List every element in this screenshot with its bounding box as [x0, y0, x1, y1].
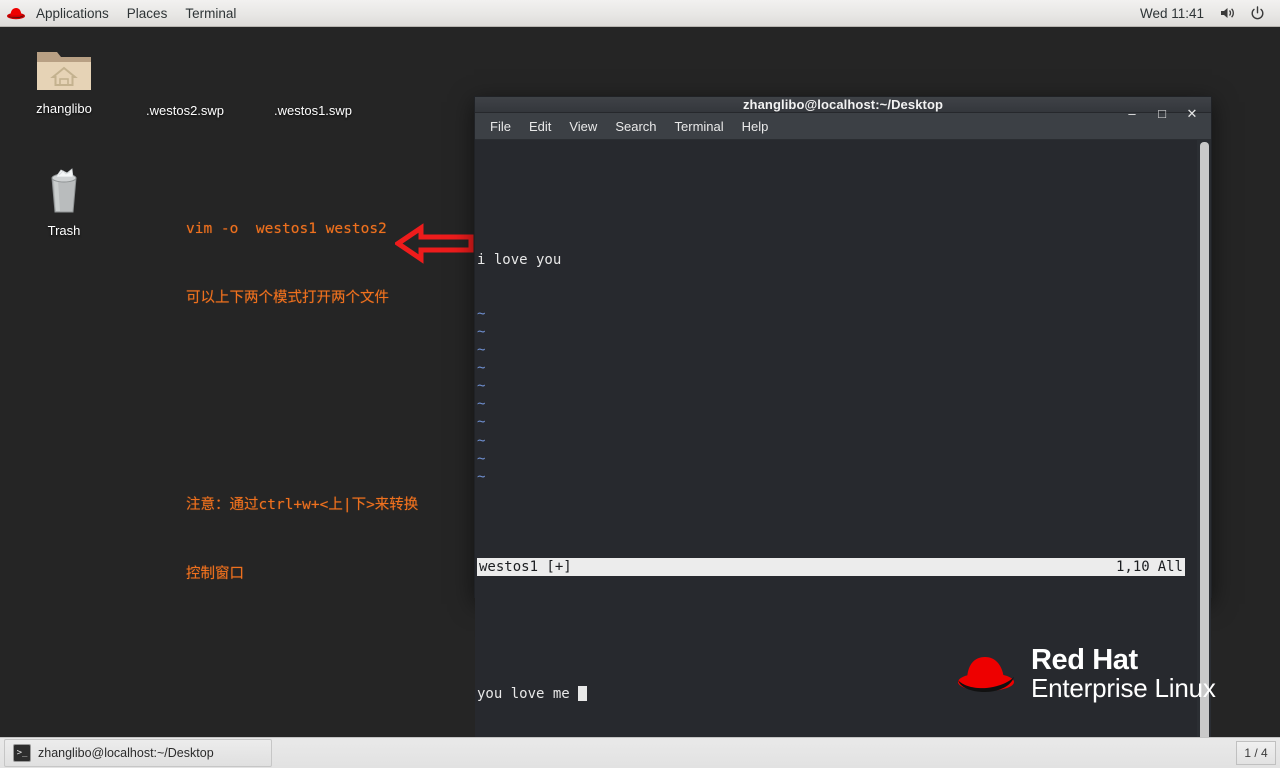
taskbar-window-label: zhanglibo@localhost:~/Desktop [38, 746, 214, 760]
menu-places-label: Places [126, 5, 168, 21]
taskbar-window-button[interactable]: >_ zhanglibo@localhost:~/Desktop [4, 739, 272, 767]
desktop-icon-trash[interactable]: Trash [16, 160, 112, 238]
annotation-line-3: 注意：通过ctrl+w+<上|下>来转换 [186, 497, 419, 513]
vim-tilde-line: ~ [477, 450, 486, 467]
vim-tilde-line: ~ [477, 432, 486, 449]
rhel-brand-line2: Enterprise Linux [1031, 673, 1216, 704]
menu-view[interactable]: View [560, 113, 606, 139]
redhat-fedora-icon [6, 5, 26, 21]
vim-status-scroll: All [1157, 559, 1183, 576]
vim-tilde-line: ~ [477, 360, 486, 377]
vim-tilde-column-top: ~ ~ ~ ~ ~ ~ ~ ~ ~ ~ [477, 305, 1197, 486]
desktop-icon-home-folder[interactable]: zhanglibo [16, 38, 112, 116]
rhel-brand-text: Red Hat Enterprise Linux [1031, 645, 1216, 703]
terminal-titlebar[interactable]: zhanglibo@localhost:~/Desktop – □ ✕ [475, 97, 1211, 121]
vim-statusline-top: westos1 [+] 1,10 All [477, 558, 1185, 577]
power-icon[interactable] [1243, 5, 1272, 21]
menu-terminal-label: Terminal [185, 5, 237, 21]
desktop-file-label: .westos1.swp [274, 103, 353, 118]
annotation-line-1: vim -o westos1 westos2 [186, 221, 387, 237]
vim-tilde-line: ~ [477, 396, 486, 413]
menu-places[interactable]: Places [118, 0, 177, 26]
desktop-icon-label: Trash [47, 223, 81, 238]
rhel-brand-logo: Red Hat Enterprise Linux [955, 645, 1216, 703]
annotation-spacer [186, 356, 418, 379]
vim-tilde-line: ~ [477, 468, 486, 485]
window-controls: – □ ✕ [1117, 97, 1207, 130]
menu-terminal[interactable]: Terminal [666, 113, 733, 139]
panel-status-area: Wed 11:41 [1132, 0, 1280, 26]
menu-terminal-label: Terminal [674, 118, 724, 134]
menu-help[interactable]: Help [733, 113, 778, 139]
left-arrow-annotation [393, 223, 475, 270]
vim-tilde-line: ~ [477, 323, 486, 340]
close-button[interactable]: ✕ [1177, 101, 1207, 127]
vim-text-line: i love you [477, 251, 562, 268]
menu-search-label: Search [615, 118, 657, 134]
vim-pane-top[interactable]: i love you ~ ~ ~ ~ ~ ~ ~ ~ ~ ~ [477, 214, 1197, 522]
annotation-spacer [186, 425, 418, 448]
redhat-hat-icon [958, 656, 1014, 692]
annotation-line-2: 可以上下两个模式打开两个文件 [186, 290, 389, 306]
minimize-button[interactable]: – [1117, 101, 1147, 127]
desktop-file-label: .westos2.swp [146, 103, 225, 118]
volume-icon[interactable] [1212, 6, 1243, 20]
menu-terminal[interactable]: Terminal [176, 0, 245, 26]
workspace-switcher[interactable]: 1 / 4 [1236, 741, 1276, 765]
desktop-file-westos2-swp[interactable]: .westos2.swp [146, 103, 224, 118]
menu-edit[interactable]: Edit [520, 113, 560, 139]
terminal-menubar: File Edit View Search Terminal Help [475, 113, 1211, 140]
menu-file[interactable]: File [481, 113, 520, 139]
vim-tilde-line: ~ [477, 342, 486, 359]
vim-tilde-line: ~ [477, 414, 486, 431]
menu-applications[interactable]: Applications [27, 0, 118, 26]
text-cursor [578, 685, 587, 701]
rhel-brand-line1: Red Hat [1031, 644, 1138, 676]
maximize-button[interactable]: □ [1147, 101, 1177, 127]
vim-status-filename: westos1 [+] [479, 559, 572, 576]
desktop-icon-label: zhanglibo [36, 101, 92, 116]
clock[interactable]: Wed 11:41 [1132, 6, 1212, 21]
annotation-line-4: 控制窗口 [186, 566, 244, 582]
desktop-file-westos1-swp[interactable]: .westos1.swp [274, 103, 352, 118]
menu-view-label: View [569, 118, 598, 134]
trash-icon [16, 160, 112, 218]
annotation-text-block: vim -o westos1 westos2 可以上下两个模式打开两个文件 注意… [186, 172, 418, 632]
menu-help-label: Help [741, 118, 769, 134]
taskbar: >_ zhanglibo@localhost:~/Desktop 1 / 4 [0, 737, 1280, 768]
home-folder-icon [16, 38, 112, 96]
vim-status-position: 1,10 [1115, 559, 1150, 576]
vim-tilde-line: ~ [477, 305, 486, 322]
terminal-icon: >_ [13, 744, 31, 762]
desktop-screen: Applications Places Terminal Wed 11:41 z… [0, 0, 1280, 768]
menu-edit-label: Edit [528, 118, 552, 134]
menu-search[interactable]: Search [606, 113, 665, 139]
terminal-window[interactable]: zhanglibo@localhost:~/Desktop – □ ✕ File… [474, 96, 1212, 768]
window-title: zhanglibo@localhost:~/Desktop [742, 97, 944, 112]
menu-applications-label: Applications [36, 5, 109, 21]
vim-text-bottom: you love me [477, 685, 579, 702]
vim-tilde-line: ~ [477, 378, 486, 395]
top-panel: Applications Places Terminal Wed 11:41 [0, 0, 1280, 27]
menu-file-label: File [490, 118, 511, 134]
